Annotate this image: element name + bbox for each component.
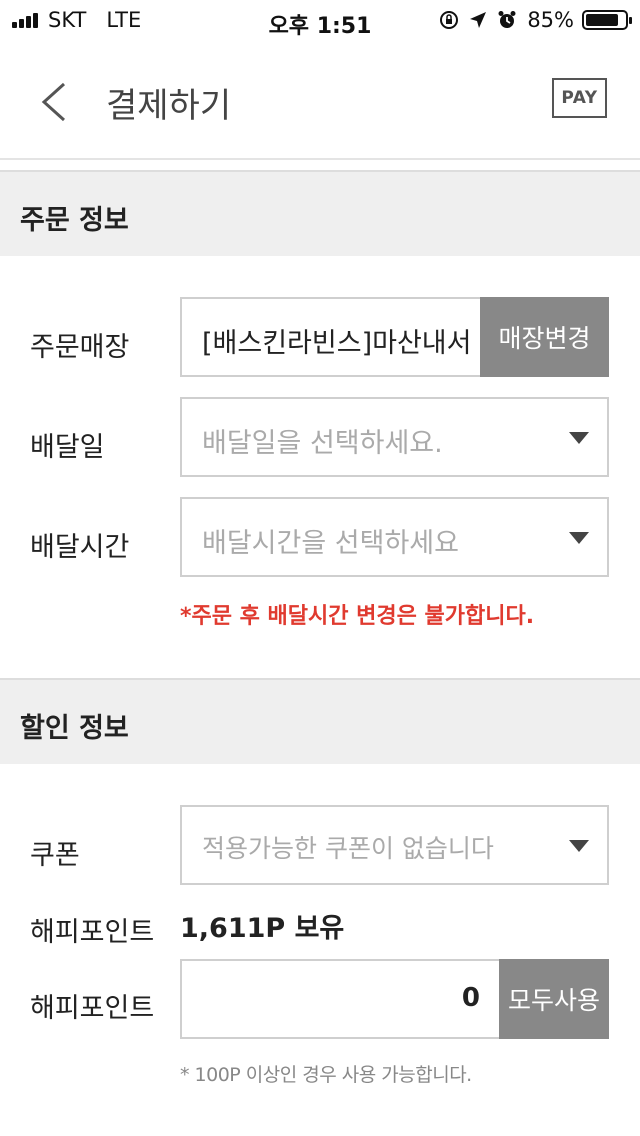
happy-point-input-label: 해피포인트 xyxy=(30,993,155,1024)
discount-info-section-header: 할인 정보 xyxy=(0,678,640,764)
change-store-button[interactable]: 매장변경 xyxy=(480,297,609,377)
happy-point-value: 0 xyxy=(461,983,480,1013)
coupon-placeholder: 적용가능한 쿠폰이 없습니다 xyxy=(202,834,494,863)
coupon-label: 쿠폰 xyxy=(30,840,80,871)
store-field: [배스킨라빈스]마산내서 xyxy=(180,297,482,377)
dropdown-arrow-icon xyxy=(569,432,589,444)
order-info-title: 주문 정보 xyxy=(20,205,129,236)
points-usage-note: * 100P 이상인 경우 사용 가능합니다. xyxy=(180,1064,472,1086)
pay-button[interactable]: PAY xyxy=(552,78,607,118)
app-header: 결제하기 PAY xyxy=(0,40,640,160)
status-bar-right: 85% xyxy=(439,8,632,32)
happy-point-label: 해피포인트 xyxy=(30,917,155,948)
store-value: [배스킨라빈스]마산내서 xyxy=(202,328,472,359)
delivery-time-warning: *주문 후 배달시간 변경은 불가합니다. xyxy=(180,604,535,629)
discount-info-title: 할인 정보 xyxy=(20,713,129,744)
store-label: 주문매장 xyxy=(30,332,130,363)
happy-point-input[interactable]: 0 xyxy=(180,959,500,1039)
battery-icon xyxy=(582,10,632,30)
happy-point-balance: 1,611P 보유 xyxy=(180,913,345,944)
use-all-points-button[interactable]: 모두사용 xyxy=(499,959,609,1039)
dropdown-arrow-icon xyxy=(569,840,589,852)
page-title: 결제하기 xyxy=(106,86,232,126)
delivery-date-placeholder: 배달일을 선택하세요. xyxy=(202,428,443,459)
alarm-icon xyxy=(498,11,516,28)
delivery-date-label: 배달일 xyxy=(30,432,105,463)
delivery-time-placeholder: 배달시간을 선택하세요 xyxy=(202,528,459,559)
delivery-time-select[interactable]: 배달시간을 선택하세요 xyxy=(180,497,609,577)
location-icon xyxy=(470,12,487,28)
delivery-time-label: 배달시간 xyxy=(30,532,130,563)
battery-percent: 85% xyxy=(527,8,574,32)
order-info-section-header: 주문 정보 xyxy=(0,170,640,256)
status-bar: SKT LTE 오후 1:51 85% xyxy=(0,0,640,40)
coupon-select[interactable]: 적용가능한 쿠폰이 없습니다 xyxy=(180,805,609,885)
delivery-date-select[interactable]: 배달일을 선택하세요. xyxy=(180,397,609,477)
dropdown-arrow-icon xyxy=(569,532,589,544)
back-chevron-icon[interactable] xyxy=(40,82,68,122)
orientation-lock-icon xyxy=(440,11,459,29)
